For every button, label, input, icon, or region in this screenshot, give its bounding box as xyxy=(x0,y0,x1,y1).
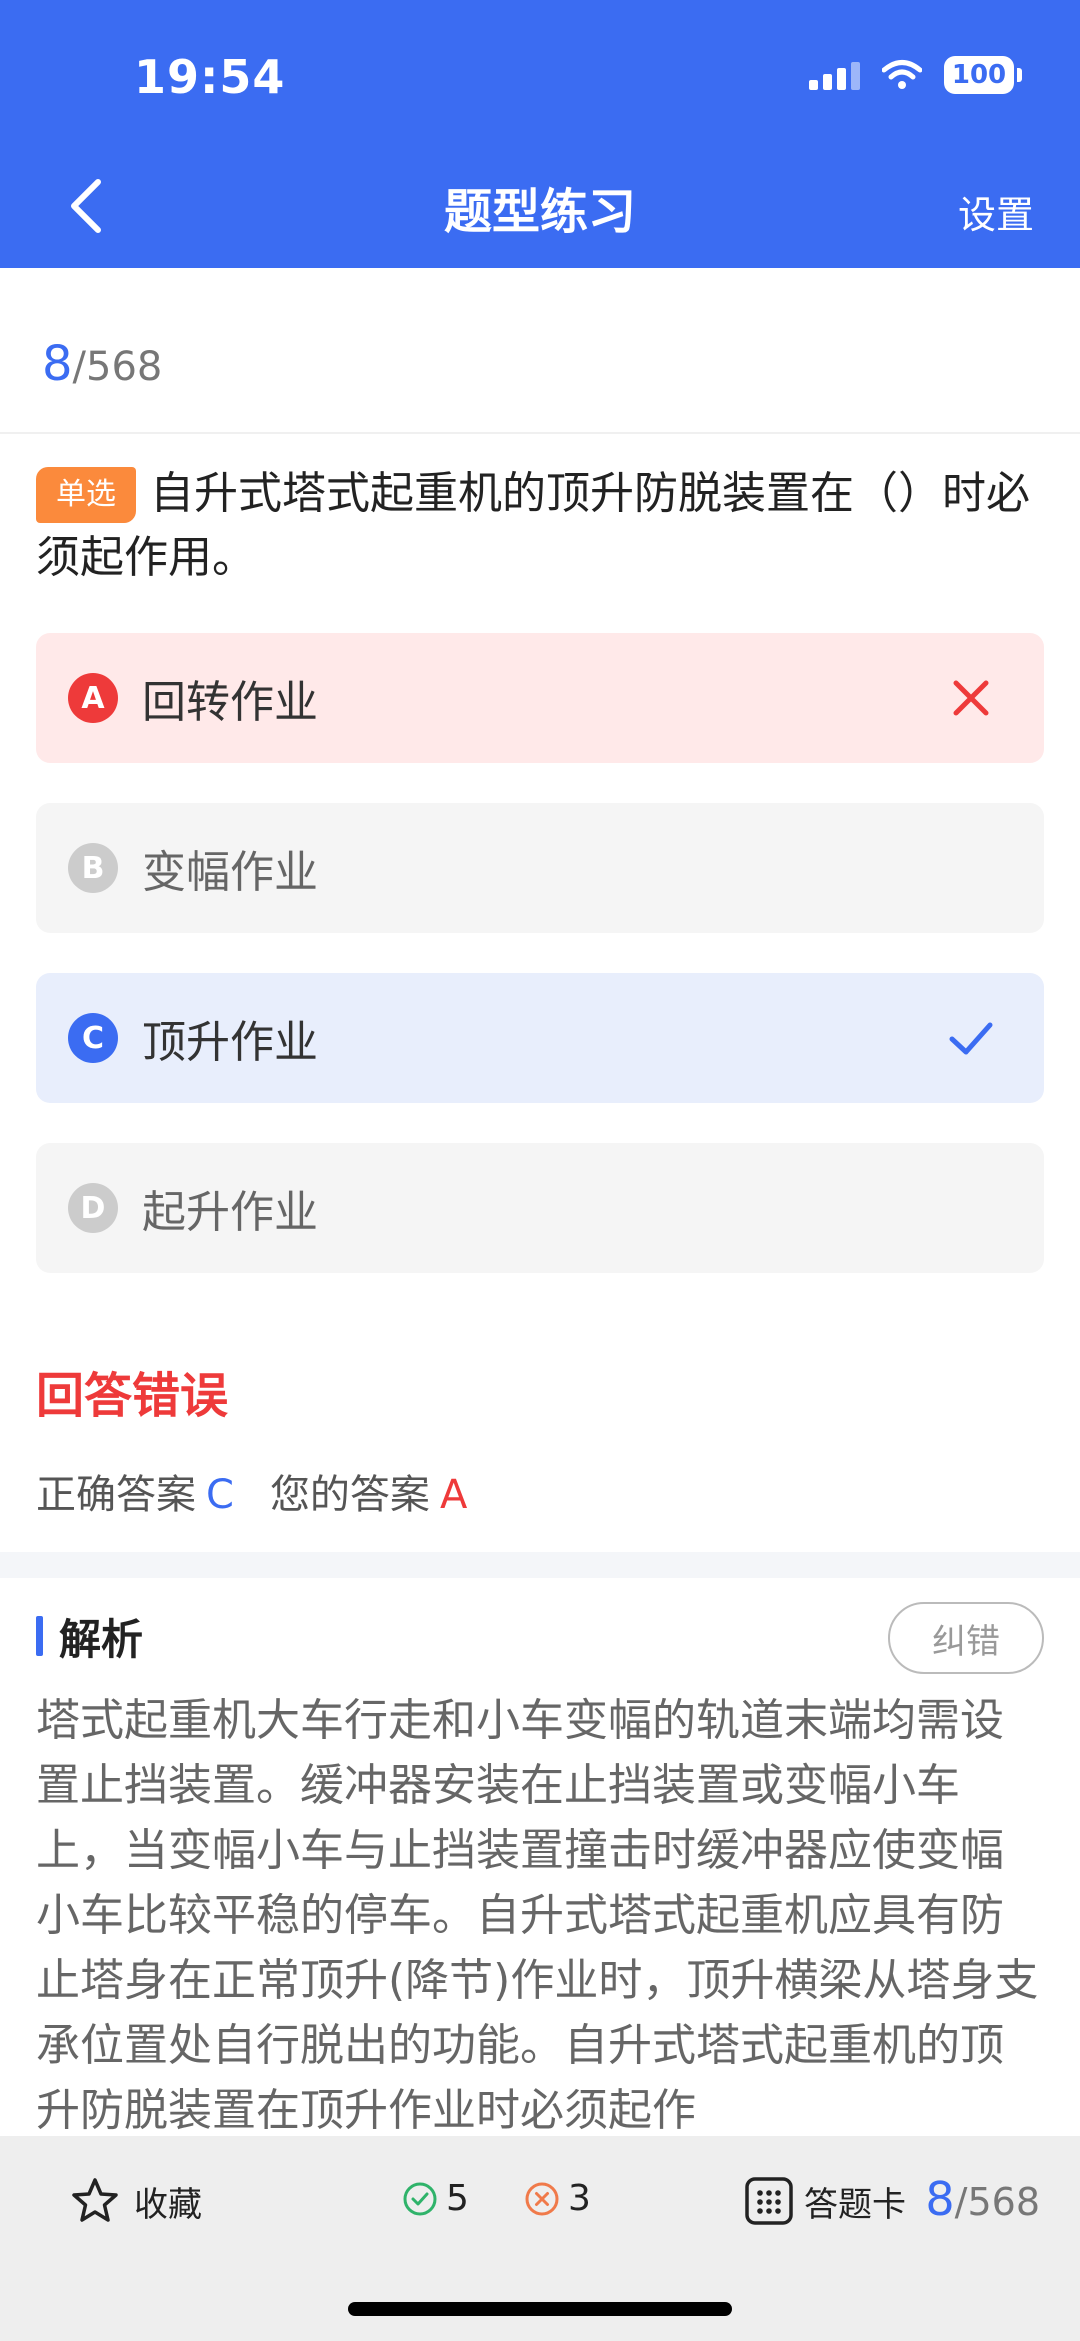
option-a[interactable]: A 回转作业 xyxy=(36,633,1044,763)
grid-icon xyxy=(745,2177,793,2225)
progress-total: /568 xyxy=(72,344,163,390)
your-answer-label: 您的答案 xyxy=(269,1472,430,1518)
result-title: 回答错误 xyxy=(36,1368,229,1424)
option-text-d: 起升作业 xyxy=(142,1187,318,1238)
option-c[interactable]: C 顶升作业 xyxy=(36,973,1044,1103)
option-text-c: 顶升作业 xyxy=(142,1017,318,1068)
option-letter-d: D xyxy=(68,1183,118,1233)
correct-answer-value: C xyxy=(206,1472,234,1518)
answer-card-label: 答题卡 xyxy=(804,2184,906,2225)
question-text-block: 单选 自升式塔式起重机的顶升防脱装置在（）时必须起作用。 xyxy=(36,462,1046,590)
question-type-badge: 单选 xyxy=(36,467,136,523)
cross-icon xyxy=(953,680,989,716)
status-icons: 100 xyxy=(809,56,1022,94)
bottom-progress: 8/568 xyxy=(925,2172,1040,2226)
status-time: 19:54 xyxy=(134,50,286,104)
settings-button[interactable]: 设置 xyxy=(958,184,1034,239)
report-error-button[interactable]: 纠错 xyxy=(888,1602,1044,1674)
progress-current: 8 xyxy=(42,336,73,392)
home-indicator[interactable] xyxy=(348,2302,732,2316)
answer-card-button[interactable]: 答题卡 xyxy=(744,2176,906,2226)
question-progress: 8/568 xyxy=(42,336,162,392)
header-bar: 19:54 100 题型练习 设置 xyxy=(0,0,1080,268)
your-answer-value: A xyxy=(439,1472,468,1518)
cross-circle-icon xyxy=(525,2182,559,2215)
cellular-signal-icon xyxy=(809,60,860,90)
analysis-title: 解析 xyxy=(59,1614,144,1664)
wrong-count: 3 xyxy=(524,2178,591,2219)
option-text-b: 变幅作业 xyxy=(142,847,318,898)
page-title: 题型练习 xyxy=(443,184,636,240)
option-d[interactable]: D 起升作业 xyxy=(36,1143,1044,1273)
favorite-button[interactable]: 收藏 xyxy=(70,2176,202,2226)
correct-count-value: 5 xyxy=(446,2178,469,2219)
wifi-icon xyxy=(882,60,922,89)
star-icon xyxy=(72,2178,118,2222)
option-letter-c: C xyxy=(68,1013,118,1063)
option-letter-a: A xyxy=(68,673,118,723)
option-b[interactable]: B 变幅作业 xyxy=(36,803,1044,933)
bottom-progress-total: /568 xyxy=(954,2180,1040,2224)
correct-answer-label: 正确答案 xyxy=(36,1472,196,1518)
analysis-text: 塔式起重机大车行走和小车变幅的轨道末端均需设置止挡装置。缓冲器安装在止挡装置或变… xyxy=(36,1695,1039,2134)
favorite-label: 收藏 xyxy=(134,2184,202,2225)
check-circle-icon xyxy=(403,2182,437,2215)
analysis-header: 解析 xyxy=(36,1606,143,1666)
divider xyxy=(0,432,1080,434)
correct-count: 5 xyxy=(402,2178,469,2219)
bottom-progress-current: 8 xyxy=(925,2172,955,2226)
section-separator xyxy=(0,1552,1080,1578)
checkmark-icon xyxy=(949,1022,993,1055)
wrong-count-value: 3 xyxy=(568,2178,591,2219)
option-letter-b: B xyxy=(68,843,118,893)
question-text: 自升式塔式起重机的顶升防脱装置在（）时必须起作用。 xyxy=(36,468,1030,583)
option-text-a: 回转作业 xyxy=(142,677,318,728)
battery-icon: 100 xyxy=(944,56,1022,94)
answer-summary: 正确答案 C 您的答案 A xyxy=(36,1462,467,1520)
section-accent-bar xyxy=(36,1616,43,1656)
